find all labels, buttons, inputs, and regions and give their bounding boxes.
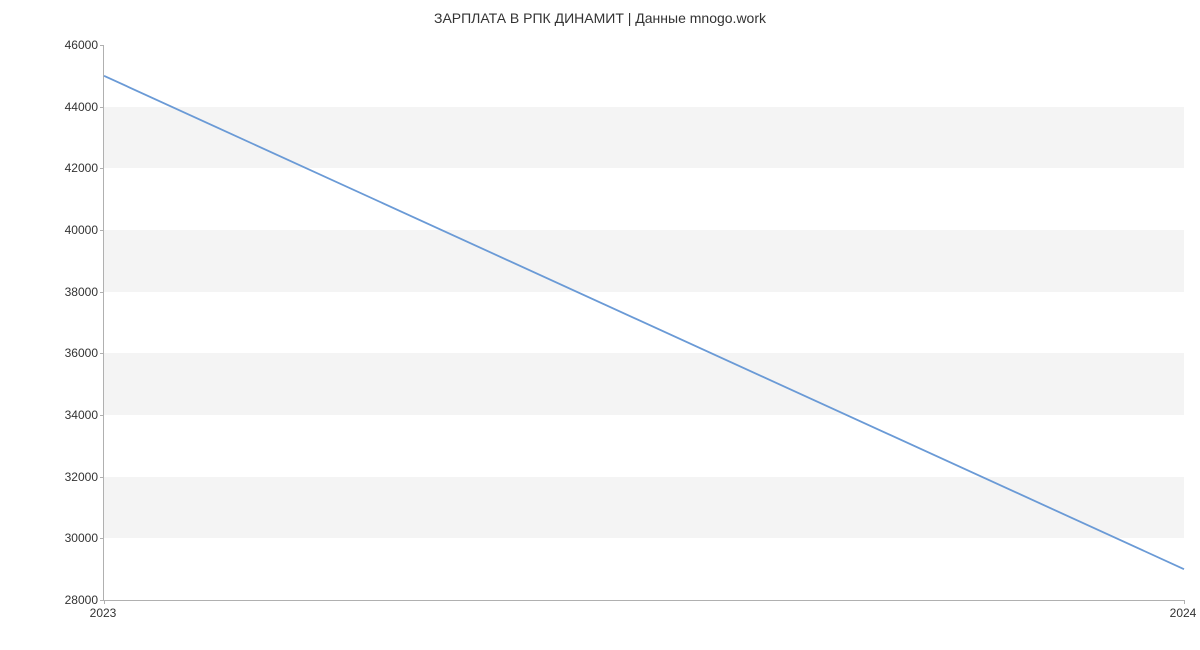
y-tick-label: 30000 [38,531,98,545]
y-tick-label: 40000 [38,223,98,237]
y-tick-mark [100,168,104,169]
y-tick-label: 34000 [38,408,98,422]
plot-area [103,45,1184,601]
series-line [104,76,1184,569]
y-tick-mark [100,107,104,108]
y-tick-mark [100,292,104,293]
y-tick-label: 46000 [38,38,98,52]
y-tick-label: 32000 [38,470,98,484]
x-tick-mark [104,600,105,604]
x-tick-label: 2023 [90,606,117,620]
y-tick-mark [100,538,104,539]
x-tick-label: 2024 [1170,606,1197,620]
x-tick-mark [1184,600,1185,604]
chart-title: ЗАРПЛАТА В РПК ДИНАМИТ | Данные mnogo.wo… [0,0,1200,34]
y-tick-mark [100,353,104,354]
y-tick-mark [100,477,104,478]
chart-container: ЗАРПЛАТА В РПК ДИНАМИТ | Данные mnogo.wo… [0,0,1200,650]
y-tick-label: 28000 [38,593,98,607]
y-tick-mark [100,230,104,231]
line-series [104,45,1184,600]
y-tick-label: 36000 [38,346,98,360]
y-tick-label: 42000 [38,161,98,175]
y-tick-label: 38000 [38,285,98,299]
y-tick-mark [100,415,104,416]
y-tick-mark [100,45,104,46]
y-tick-label: 44000 [38,100,98,114]
